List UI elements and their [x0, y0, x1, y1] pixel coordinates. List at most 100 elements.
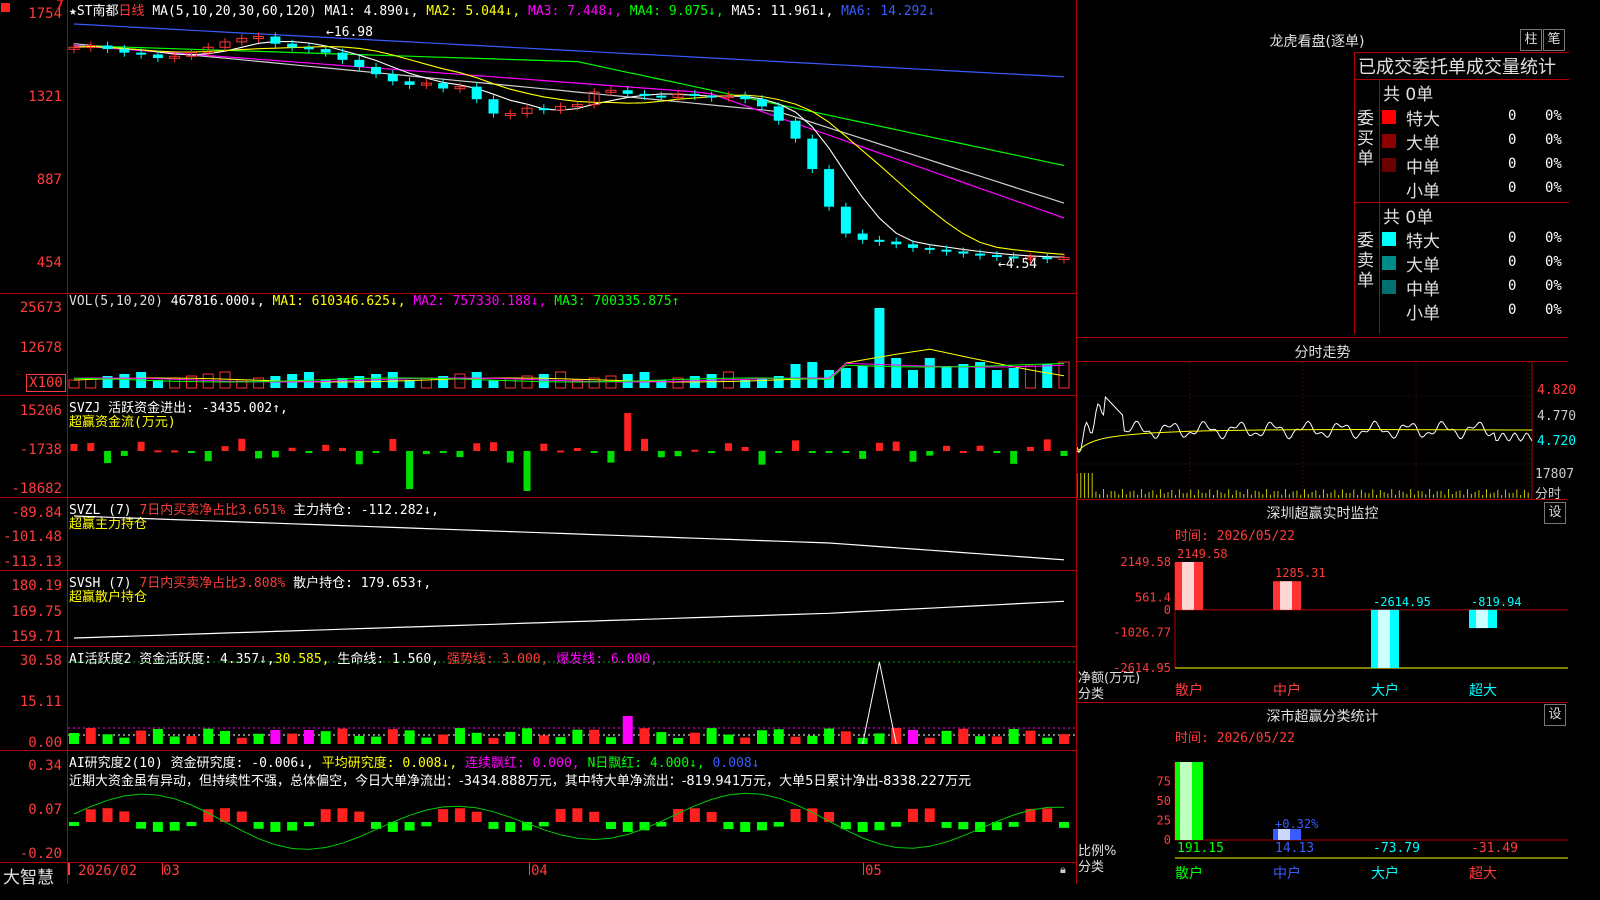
research-bar [689, 808, 700, 822]
volume-bar [907, 370, 918, 388]
ma-line [73, 43, 1065, 204]
order-size-name: 特大 [1406, 110, 1440, 130]
fund-flow-bar [691, 449, 699, 452]
tick-mode-button[interactable]: 笔 [1543, 29, 1565, 51]
candle [773, 106, 784, 121]
fund-flow-bar [439, 451, 447, 453]
order-color-swatch [1382, 232, 1396, 246]
vol-unit-badge[interactable]: X100 [26, 374, 66, 392]
stat2-settings-button[interactable]: 设 [1544, 704, 1566, 726]
svzl-tick: -113.13 [2, 554, 62, 570]
activity-bar [253, 733, 264, 744]
date-tick: 05 [865, 863, 882, 879]
research-bar [303, 822, 314, 827]
stat-box: 已成交委托单成交量统计 委买单 委卖单 共 0单 共 0单 特大 0 0% 大单 0 0%… [1354, 52, 1569, 334]
research-bar [756, 822, 767, 831]
candle [907, 244, 918, 248]
lock-icon[interactable]: 🔒︎ [1060, 863, 1066, 877]
monitor-category: 大户 [1371, 682, 1399, 699]
sell-total: 共 0单 [1383, 208, 1434, 228]
fund-flow-bar [540, 443, 548, 451]
monitor-chart[interactable]: 2149.58561.40-1026.77-2614.952149.58散户12… [1077, 540, 1568, 700]
activity-bar [840, 731, 851, 744]
activity-bar [975, 736, 986, 744]
fund-flow-bar [154, 450, 162, 453]
fund-flow-bar [1043, 439, 1051, 451]
research-bar [320, 809, 331, 822]
order-count: 0 [1508, 254, 1517, 270]
candle [924, 247, 935, 250]
activity-bar [186, 736, 197, 744]
ai-research-tick: -0.20 [19, 846, 62, 862]
candle [975, 253, 986, 256]
research-bar [354, 811, 365, 822]
fund-flow-bar [943, 445, 951, 451]
order-size-row: 中单 0 0% [1382, 275, 1567, 300]
research-bar [438, 809, 449, 822]
candle [287, 43, 298, 48]
candle [857, 233, 868, 240]
stat2-title: 深市超赢分类统计 [1266, 709, 1379, 725]
fund-flow-bar [859, 451, 867, 459]
ai-active-tick: 30.58 [19, 653, 62, 669]
volume-bar [387, 372, 398, 388]
research-bar [605, 822, 616, 830]
volume-bar [874, 308, 885, 388]
intraday-chart[interactable] [1077, 362, 1568, 499]
order-color-swatch [1382, 158, 1396, 172]
activity-bar [874, 733, 885, 744]
stat2-bar-value: -73.79 [1373, 841, 1420, 856]
stat2-y-tick: 25 [1157, 814, 1171, 828]
research-bar [555, 809, 566, 822]
lhb-title: 龙虎看盘(逐单) [1269, 34, 1365, 50]
monitor-bar [1175, 562, 1203, 610]
monitor-category: 散户 [1175, 682, 1203, 699]
activity-bar [270, 730, 281, 744]
monitor-bar [1371, 609, 1399, 668]
activity-bar [303, 730, 314, 744]
research-bar [169, 822, 180, 831]
stat2-bar-value: -31.49 [1471, 841, 1518, 856]
volume-bar [790, 364, 801, 388]
fund-flow-bar [674, 451, 682, 457]
fund-flow-bar [573, 447, 581, 451]
monitor-bar-value: 1285.31 [1275, 566, 1326, 580]
monitor-bar-highlight [1280, 581, 1292, 610]
fund-flow-bar [708, 451, 716, 454]
monitor-y-tick: -1026.77 [1113, 626, 1171, 640]
chart-canvas[interactable]: ←16.98 ←4.54 [68, 0, 1076, 862]
monitor-settings-button[interactable]: 设 [1544, 502, 1566, 524]
fund-flow-bar [1010, 451, 1018, 464]
order-size-name: 特大 [1406, 232, 1440, 252]
volume-bar [68, 379, 80, 389]
vol-tick: 12678 [19, 340, 62, 356]
intraday-price-tick: 4.770 [1537, 409, 1577, 424]
svsh-tick: 159.71 [11, 629, 62, 645]
monitor-bar-highlight [1476, 609, 1488, 629]
research-bar [538, 822, 549, 827]
research-bar [874, 822, 885, 831]
order-pct: 0% [1545, 132, 1562, 148]
candle [756, 99, 767, 107]
candle [152, 54, 163, 59]
stat2-bar-note: +0.32% [1275, 817, 1319, 831]
order-color-swatch [1382, 110, 1396, 124]
activity-bar [1059, 734, 1069, 744]
svsh-tick: 180.19 [11, 578, 62, 594]
research-bar [152, 822, 163, 832]
activity-bar [689, 732, 700, 744]
stat2-bar-value: 14.13 [1275, 841, 1314, 856]
fund-flow-bar [792, 440, 800, 451]
main-chart-area[interactable]: 7 1754 1321 887 454 25673 12678 X100 152… [0, 0, 1077, 888]
candle [371, 66, 382, 75]
bar-mode-button[interactable]: 柱 [1520, 29, 1542, 51]
intraday-title: 分时走势 [1294, 345, 1351, 361]
order-count: 0 [1508, 156, 1517, 172]
volume-bar [941, 366, 952, 388]
fund-flow-bar [422, 451, 430, 455]
activity-bar [236, 737, 247, 744]
fund-flow-bar [808, 451, 816, 453]
intraday-vol-tick: 17807 [1535, 467, 1575, 482]
stat2-chart[interactable]: 75 50 25 0 191.15 散户 +0.32% 14.13 中户 -73.79 大户 -31.… [1077, 744, 1568, 884]
fund-flow-bar [120, 451, 128, 456]
